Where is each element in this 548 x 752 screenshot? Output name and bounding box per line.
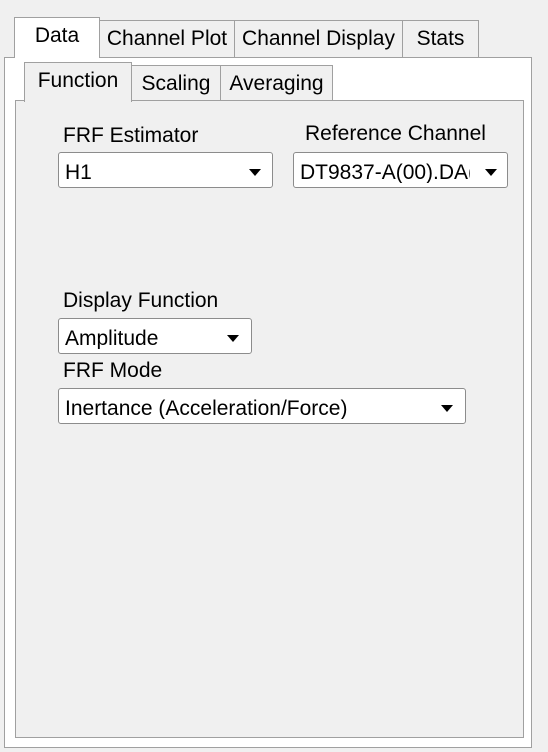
chevron-down-icon xyxy=(485,169,497,176)
tab-data[interactable]: Data xyxy=(14,17,100,58)
tab-function[interactable]: Function xyxy=(24,62,132,102)
chevron-down-icon xyxy=(227,335,239,342)
display-function-dropdown[interactable]: Amplitude xyxy=(58,318,252,354)
tab-channel-plot-label: Channel Plot xyxy=(106,27,228,50)
frf-estimator-dropdown[interactable]: H1 xyxy=(58,152,273,188)
tab-stats-label: Stats xyxy=(416,27,465,50)
tab-channel-plot[interactable]: Channel Plot xyxy=(99,20,235,58)
tab-function-label: Function xyxy=(37,69,119,92)
display-function-label: Display Function xyxy=(63,289,219,312)
tab-scaling-label: Scaling xyxy=(141,72,211,95)
tab-averaging[interactable]: Averaging xyxy=(220,65,333,101)
tab-channel-display[interactable]: Channel Display xyxy=(234,20,403,58)
frf-estimator-label: FRF Estimator xyxy=(63,124,199,147)
tab-stats[interactable]: Stats xyxy=(402,20,479,58)
tab-averaging-label: Averaging xyxy=(229,72,324,95)
frf-mode-dropdown[interactable]: Inertance (Acceleration/Force) xyxy=(58,388,466,424)
frf-mode-value: Inertance (Acceleration/Force) xyxy=(65,398,348,419)
frf-estimator-value: H1 xyxy=(65,162,92,183)
tab-channel-display-label: Channel Display xyxy=(242,27,395,50)
tab-scaling[interactable]: Scaling xyxy=(131,65,221,101)
chevron-down-icon xyxy=(249,169,261,176)
frf-mode-label: FRF Mode xyxy=(63,359,163,382)
display-function-value: Amplitude xyxy=(65,328,159,349)
reference-channel-value: DT9837-A(00).DA( xyxy=(300,162,470,183)
tab-data-label: Data xyxy=(34,24,80,47)
chevron-down-icon xyxy=(441,405,453,412)
reference-channel-dropdown[interactable]: DT9837-A(00).DA( xyxy=(293,152,508,188)
reference-channel-label: Reference Channel xyxy=(305,122,486,145)
